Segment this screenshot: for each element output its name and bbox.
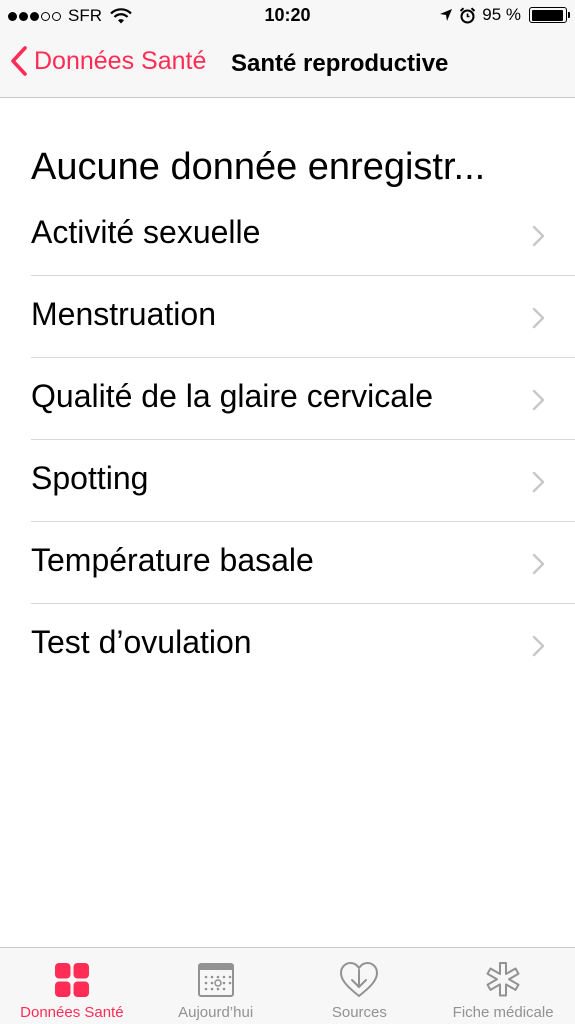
list-item[interactable]: Activité sexuelle — [0, 194, 575, 276]
section-header: Aucune donnée enregistr... — [31, 146, 486, 188]
alarm-icon — [460, 6, 476, 23]
category-list: Activité sexuelle Menstruation Qualité d… — [0, 194, 575, 686]
list-item[interactable]: Menstruation — [0, 276, 575, 358]
chevron-right-icon — [532, 389, 545, 411]
back-button-label: Données Santé — [34, 46, 207, 75]
list-item-label: Qualité de la glaire cervicale — [31, 378, 433, 414]
list-item-label: Activité sexuelle — [31, 214, 261, 250]
tab-label: Sources — [331, 1004, 387, 1021]
medical-id-icon — [486, 962, 520, 997]
chevron-right-icon — [532, 635, 545, 657]
list-item-label: Menstruation — [31, 296, 216, 332]
status-right: 95 % — [439, 5, 570, 25]
battery-percent: 95 % — [482, 5, 521, 24]
chevron-left-icon — [11, 46, 27, 76]
status-bar: SFR 10:20 95 % — [0, 0, 575, 32]
chevron-right-icon — [532, 471, 545, 493]
tab-label: Aujourd’hui — [178, 1004, 254, 1021]
tab-label: Fiche médicale — [452, 1004, 554, 1021]
list-item[interactable]: Température basale — [0, 522, 575, 604]
location-arrow-icon — [440, 9, 453, 21]
list-item-label: Test d’ovulation — [31, 624, 252, 660]
health-data-icon — [54, 963, 89, 997]
page-title: Santé reproductive — [231, 50, 449, 77]
back-button[interactable]: Données Santé — [10, 46, 206, 76]
tab-sources[interactable]: Sources — [288, 948, 432, 1024]
battery-icon — [529, 7, 570, 23]
chevron-right-icon — [532, 225, 545, 247]
tab-health-data[interactable]: Données Santé — [0, 948, 144, 1024]
sources-heart-icon — [340, 961, 379, 998]
tab-today[interactable]: Aujourd’hui — [144, 948, 288, 1024]
list-item-label: Spotting — [31, 460, 149, 496]
list-item-label: Température basale — [31, 542, 314, 578]
chevron-right-icon — [532, 307, 545, 329]
battery-fill — [531, 9, 563, 21]
calendar-icon — [197, 963, 234, 997]
tab-label: Données Santé — [20, 1004, 124, 1021]
list-item[interactable]: Qualité de la glaire cervicale — [0, 358, 575, 440]
navigation-bar: Données Santé Santé reproductive — [0, 32, 575, 98]
tab-medical-id[interactable]: Fiche médicale — [431, 948, 575, 1024]
tab-bar: Données Santé Aujourd’hui Sources Fiche … — [0, 947, 575, 1024]
chevron-right-icon — [532, 553, 545, 575]
list-item[interactable]: Spotting — [0, 440, 575, 522]
list-item[interactable]: Test d’ovulation — [0, 604, 575, 686]
